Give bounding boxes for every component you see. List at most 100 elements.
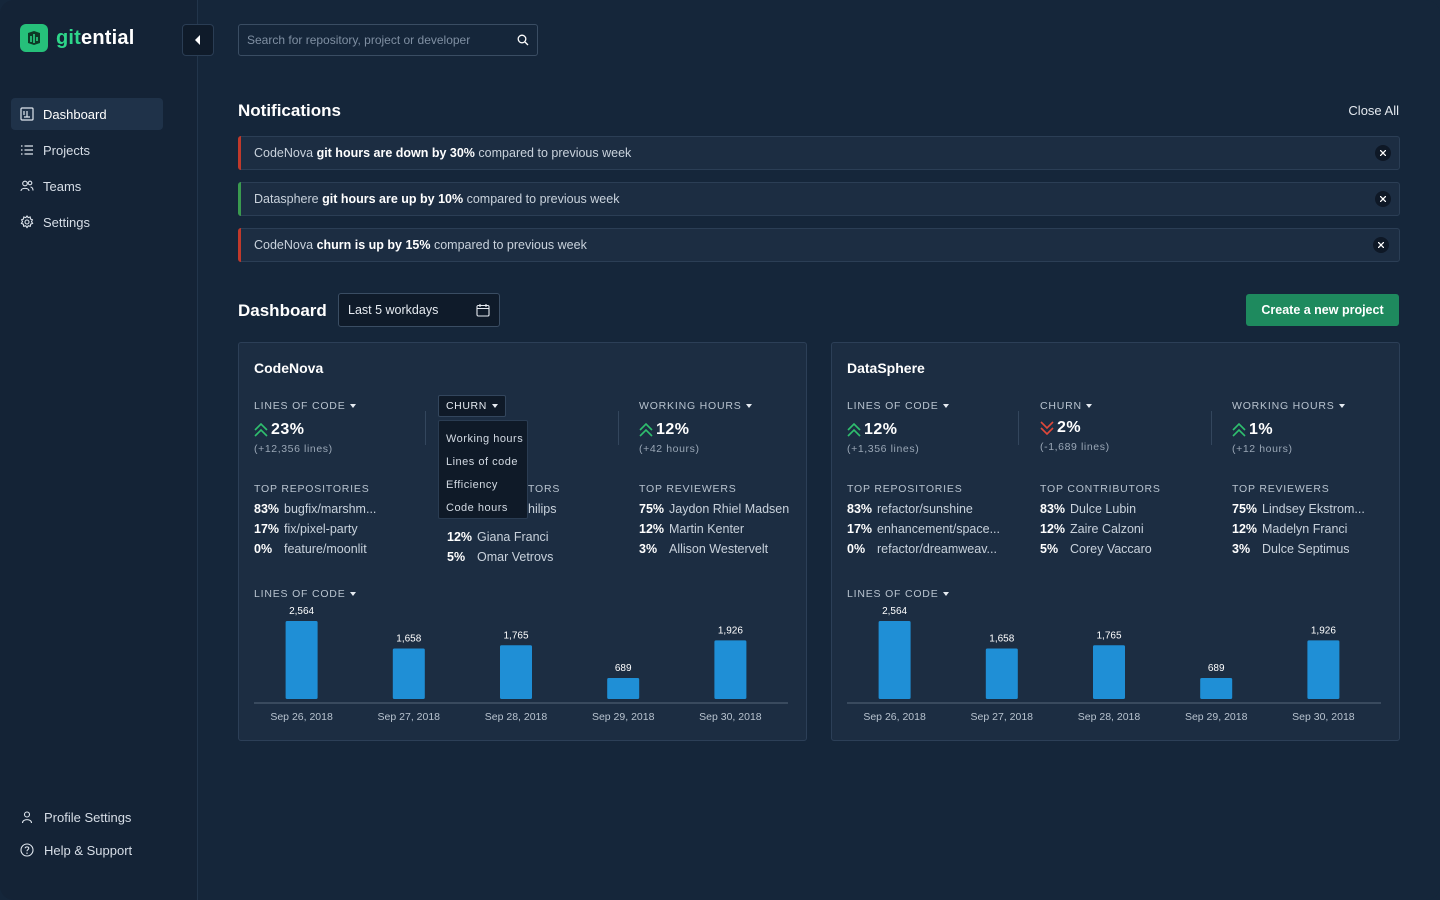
list-title: TOP REPOSITORIES <box>847 483 963 495</box>
metric-label[interactable]: LINES OF CODE <box>254 400 424 412</box>
dismiss-notification-button[interactable] <box>1375 145 1391 161</box>
notification-highlight: churn is up by 15% <box>316 238 431 252</box>
sidebar-item-help-support[interactable]: Help & Support <box>20 837 132 863</box>
chart-bar[interactable] <box>392 648 425 699</box>
list-item[interactable]: 3% Dulce Septimus <box>1232 542 1402 556</box>
chart-data-label: 1,765 <box>1096 630 1121 641</box>
top-reviewers: TOP REVIEWERS 75% Jaydon Rhiel Madsen 12%… <box>639 483 809 556</box>
metric-sub: (+12 hours) <box>1232 443 1293 455</box>
collapse-sidebar-button[interactable] <box>182 24 214 56</box>
menu-option-working-hours[interactable]: Working hours <box>439 427 527 450</box>
chart-bar[interactable] <box>500 645 532 699</box>
list-item[interactable]: 83% Dulce Lubin <box>1040 502 1210 516</box>
search-icon[interactable] <box>517 34 529 46</box>
chart-data-label: 689 <box>615 663 632 674</box>
chart-bar[interactable] <box>607 678 640 699</box>
list-item[interactable]: 12% Madelyn Franci <box>1232 522 1402 536</box>
chart-category-label: Sep 28, 2018 <box>485 711 548 723</box>
sidebar-item-profile-settings[interactable]: Profile Settings <box>20 804 132 830</box>
logo[interactable]: gitential <box>20 24 134 52</box>
caret-left-icon <box>195 35 200 45</box>
dashboard-title: Dashboard <box>238 301 327 320</box>
menu-option-efficiency[interactable]: Efficiency <box>439 473 527 496</box>
metric-label[interactable]: CHURN <box>1040 400 1210 412</box>
list-item[interactable]: hilips <box>528 502 608 516</box>
top-contributors-partial: TORS hilips <box>528 483 608 516</box>
search-input[interactable] <box>247 33 517 47</box>
divider <box>618 411 619 445</box>
chart-data-label: 689 <box>1208 663 1225 674</box>
bar-chart-svg: 2,564 Sep 26, 2018 1,658 Sep 27, 2018 1,765 S… <box>847 606 1381 723</box>
card-title: DataSphere <box>847 360 925 376</box>
date-range-select[interactable]: Last 5 workdays <box>338 293 500 327</box>
chart-bar[interactable] <box>285 621 318 699</box>
list-item[interactable]: 83% bugfix/marshm... <box>254 502 424 516</box>
list-item[interactable]: 75% Lindsey Ekstrom... <box>1232 502 1402 516</box>
bar-chart-svg: 2,564 Sep 26, 2018 1,658 Sep 27, 2018 1,765 S… <box>254 606 788 723</box>
logo-icon <box>20 24 48 52</box>
chart-data-label: 2,564 <box>882 606 907 617</box>
list-item[interactable]: 83% refactor/sunshine <box>847 502 1017 516</box>
sidebar-item-label: Dashboard <box>43 106 107 122</box>
menu-option-code-hours[interactable]: Code hours <box>439 496 527 519</box>
notification-highlight: git hours are up by 10% <box>322 192 464 206</box>
sidebar-item-settings[interactable]: Settings <box>11 206 163 238</box>
metric-label[interactable]: WORKING HOURS <box>1232 400 1402 412</box>
double-chevron-up-icon <box>639 423 653 437</box>
list-item[interactable]: 17% fix/pixel-party <box>254 522 424 536</box>
chart-bar[interactable] <box>1093 645 1125 699</box>
caret-down-icon <box>349 592 356 596</box>
chart-bar[interactable] <box>985 648 1018 699</box>
metric-label[interactable]: WORKING HOURS <box>639 400 809 412</box>
chart-category-label: Sep 26, 2018 <box>270 711 333 723</box>
sidebar-item-teams[interactable]: Teams <box>11 170 163 202</box>
chart-category-label: Sep 28, 2018 <box>1078 711 1141 723</box>
notification-project: CodeNova <box>254 146 314 160</box>
list-item[interactable]: 75% Jaydon Rhiel Madsen <box>639 502 809 516</box>
list-item[interactable]: 5% Corey Vaccaro <box>1040 542 1210 556</box>
list-item[interactable]: 0% refactor/dreamweav... <box>847 542 1017 556</box>
list-item[interactable]: 17% enhancement/space... <box>847 522 1017 536</box>
sidebar-bottom: Profile Settings Help & Support <box>20 804 132 870</box>
caret-down-icon <box>1085 404 1092 408</box>
chart-bar[interactable] <box>1307 640 1340 699</box>
logo-text: gitential <box>56 26 135 49</box>
chart-bar[interactable] <box>714 640 747 699</box>
dismiss-notification-button[interactable] <box>1375 191 1391 207</box>
metric-churn: CHURN 2% (-1,689 lines) <box>1040 400 1210 453</box>
metric-working-hours: WORKING HOURS 1% (+12 hours) <box>1232 400 1402 455</box>
menu-option-lines-of-code[interactable]: Lines of code <box>439 450 527 473</box>
top-repositories: TOP REPOSITORIES 83% refactor/sunshine 17… <box>847 483 1017 556</box>
metric-value: 12% <box>639 421 809 439</box>
sidebar-item-label: Help & Support <box>44 842 133 858</box>
chart-bar[interactable] <box>1200 678 1233 699</box>
metric-label[interactable]: LINES OF CODE <box>847 400 1017 412</box>
list-item[interactable]: 12% Zaire Calzoni <box>1040 522 1210 536</box>
list-item[interactable]: 0% feature/moonlit <box>254 542 424 556</box>
metric-value: 12% <box>847 421 1017 439</box>
chart-metric-select[interactable]: LINES OF CODE <box>847 588 949 600</box>
chart-metric-select[interactable]: LINES OF CODE <box>254 588 356 600</box>
sidebar-item-dashboard[interactable]: Dashboard <box>11 98 163 130</box>
list-item[interactable]: 12% Giana Franci <box>447 530 617 544</box>
close-icon <box>1380 196 1386 202</box>
dismiss-notification-button[interactable] <box>1373 237 1389 253</box>
list-item[interactable]: 3% Allison Westervelt <box>639 542 809 556</box>
list-item[interactable]: 5% Omar Vetrovs <box>447 550 617 564</box>
top-contributors: TOP CONTRIBUTORS 83% Dulce Lubin 12% Zaire… <box>1040 483 1210 556</box>
list-title: TOP CONTRIBUTORS <box>1040 483 1161 495</box>
card-title: CodeNova <box>254 360 324 376</box>
create-project-button[interactable]: Create a new project <box>1246 294 1399 326</box>
sidebar-item-projects[interactable]: Projects <box>11 134 163 166</box>
chart-category-label: Sep 29, 2018 <box>1185 711 1248 723</box>
divider <box>425 411 426 445</box>
chart-bar[interactable] <box>878 621 911 699</box>
close-all-link[interactable]: Close All <box>1348 103 1399 118</box>
close-icon <box>1380 150 1386 156</box>
chart-data-label: 2,564 <box>289 606 314 617</box>
list-item[interactable]: 12% Martin Kenter <box>639 522 809 536</box>
metric-select-churn[interactable]: CHURN <box>438 395 506 417</box>
project-card-codenova: CodeNova LINES OF CODE 23% (+12,356 line… <box>238 342 807 741</box>
notification-project: Datasphere <box>254 192 319 206</box>
top-reviewers: TOP REVIEWERS 75% Lindsey Ekstrom... 12% M… <box>1232 483 1402 556</box>
